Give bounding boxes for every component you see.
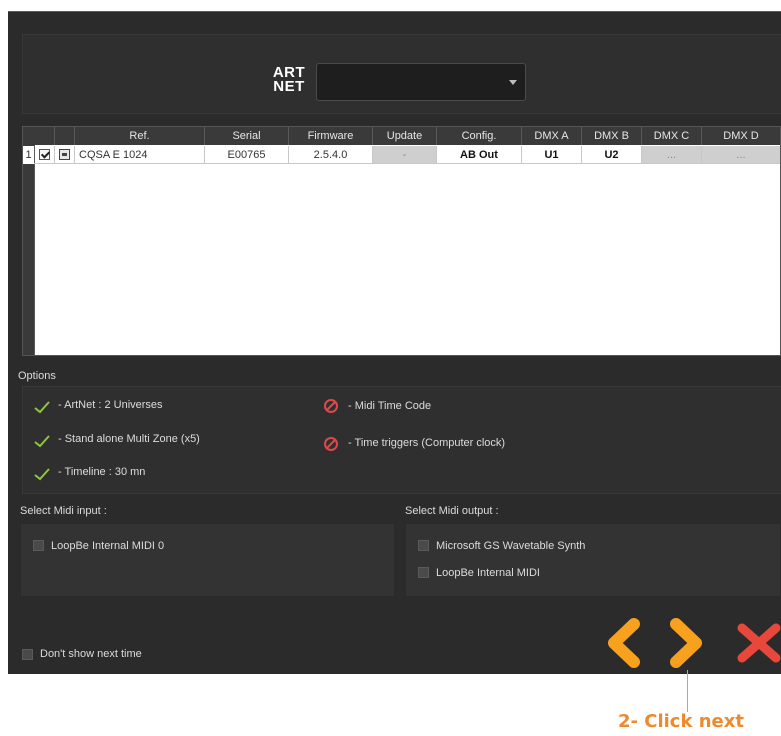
forbidden-icon xyxy=(324,437,338,451)
midi-input-label: Select Midi input : xyxy=(20,505,107,517)
table-row-check-cell xyxy=(34,146,55,164)
header-dmx-b[interactable]: DMX B xyxy=(582,127,642,145)
top-border xyxy=(8,11,781,12)
cell-dmx-b[interactable]: U2 xyxy=(582,146,642,164)
check-icon xyxy=(34,435,50,448)
forbidden-icon xyxy=(324,399,338,413)
dont-show-label[interactable]: Don't show next time xyxy=(40,648,142,660)
midi-output-checkbox-1[interactable] xyxy=(418,540,429,551)
midi-input-panel xyxy=(20,523,395,597)
dont-show-checkbox[interactable] xyxy=(22,649,33,660)
cell-update[interactable]: - xyxy=(373,146,437,164)
artnet-logo: ART NET xyxy=(272,65,306,95)
check-icon xyxy=(34,401,50,414)
header-firmware[interactable]: Firmware xyxy=(289,127,373,145)
option-timeline: - Timeline : 30 mn xyxy=(58,466,146,478)
option-time-triggers: - Time triggers (Computer clock) xyxy=(348,437,506,449)
midi-output-panel xyxy=(405,523,781,597)
annotation-click-next: 2- Click next xyxy=(618,711,744,732)
header-ref[interactable]: Ref. xyxy=(75,127,205,145)
header-check-col xyxy=(34,127,55,145)
midi-input-item[interactable]: LoopBe Internal MIDI 0 xyxy=(51,540,164,552)
device-table: Ref. Serial Firmware Update Config. DMX … xyxy=(22,126,781,356)
device-icon xyxy=(59,149,70,160)
artnet-logo-line2: NET xyxy=(273,78,305,95)
table-row-icon-cell xyxy=(55,146,75,164)
cell-firmware[interactable]: 2.5.4.0 xyxy=(289,146,373,164)
cell-ref[interactable]: CQSA E 1024 xyxy=(75,146,205,164)
header-update[interactable]: Update xyxy=(373,127,437,145)
next-button[interactable] xyxy=(664,618,710,668)
previous-button[interactable] xyxy=(600,618,646,668)
close-icon[interactable] xyxy=(734,622,781,664)
row-select-checkbox[interactable] xyxy=(39,149,50,160)
option-standalone: - Stand alone Multi Zone (x5) xyxy=(58,433,200,445)
cell-serial[interactable]: E00765 xyxy=(205,146,289,164)
midi-output-item-2[interactable]: LoopBe Internal MIDI xyxy=(436,567,540,579)
options-label: Options xyxy=(18,370,56,382)
annotation-pointer-line xyxy=(687,670,688,712)
check-icon xyxy=(34,468,50,481)
cell-dmx-d[interactable]: ... xyxy=(702,146,780,164)
midi-output-label: Select Midi output : xyxy=(405,505,499,517)
header-icon-col xyxy=(55,127,75,145)
header-dmx-d[interactable]: DMX D xyxy=(702,127,780,145)
option-midi-timecode: - Midi Time Code xyxy=(348,400,432,412)
cell-config[interactable]: AB Out xyxy=(437,146,522,164)
midi-input-checkbox[interactable] xyxy=(33,540,44,551)
midi-output-item-1[interactable]: Microsoft GS Wavetable Synth xyxy=(436,540,585,552)
chevron-down-icon xyxy=(509,80,517,85)
row-index: 1 xyxy=(23,146,34,164)
header-config[interactable]: Config. xyxy=(437,127,522,145)
header-dmx-a[interactable]: DMX A xyxy=(522,127,582,145)
cell-dmx-a[interactable]: U1 xyxy=(522,146,582,164)
option-artnet: - ArtNet : 2 Universes xyxy=(58,399,163,411)
artnet-interface-select[interactable] xyxy=(316,63,526,101)
header-dmx-c[interactable]: DMX C xyxy=(642,127,702,145)
cell-dmx-c[interactable]: ... xyxy=(642,146,702,164)
midi-output-checkbox-2[interactable] xyxy=(418,567,429,578)
header-serial[interactable]: Serial xyxy=(205,127,289,145)
